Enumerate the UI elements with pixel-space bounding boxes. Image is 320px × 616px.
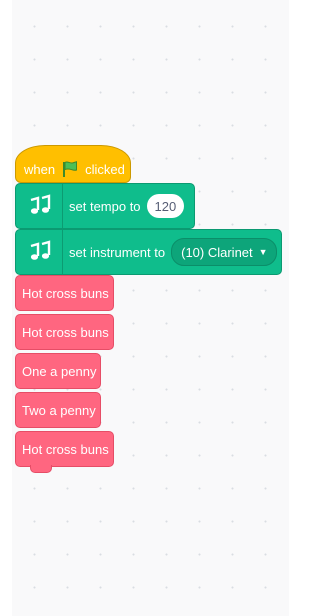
procedure-label: Hot cross buns: [22, 285, 109, 301]
instrument-value: (10) Clarinet: [181, 244, 253, 260]
set-tempo-block[interactable]: set tempo to 120: [15, 183, 195, 229]
procedure-block[interactable]: Hot cross buns: [15, 431, 114, 473]
block-notch: [30, 465, 52, 473]
set-instrument-block[interactable]: set instrument to (10) Clarinet ▼: [15, 229, 282, 275]
music-notes-icon: [16, 184, 63, 228]
procedure-block[interactable]: Hot cross buns: [15, 314, 114, 350]
caret-down-icon: ▼: [258, 247, 268, 257]
tempo-input[interactable]: 120: [146, 194, 185, 218]
procedure-label: Hot cross buns: [22, 324, 109, 340]
instrument-dropdown[interactable]: (10) Clarinet ▼: [171, 238, 277, 266]
when-label: when: [24, 161, 56, 177]
procedure-label: Two a penny: [22, 402, 96, 418]
green-flag-icon: [61, 160, 79, 178]
procedure-block[interactable]: One a penny: [15, 353, 101, 389]
procedure-label: One a penny: [22, 363, 97, 379]
set-instrument-label: set instrument to: [69, 244, 166, 260]
set-tempo-label: set tempo to: [69, 198, 141, 214]
procedure-block[interactable]: Hot cross buns: [15, 275, 114, 311]
music-notes-icon: [16, 230, 63, 274]
procedure-block[interactable]: Two a penny: [15, 392, 101, 428]
procedure-label: Hot cross buns: [22, 441, 109, 457]
clicked-label: clicked: [85, 161, 125, 177]
when-flag-clicked-block[interactable]: when clicked: [15, 145, 131, 183]
